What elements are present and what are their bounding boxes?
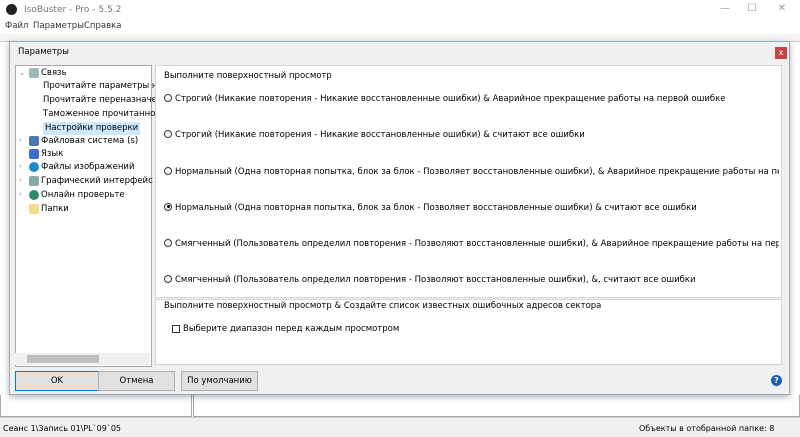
expand-icon[interactable]: › <box>19 162 22 170</box>
tree-item-label: Файлы изображений <box>41 162 135 172</box>
tree-item-read-remap[interactable]: Прочитайте переназначе <box>43 94 157 107</box>
collapse-icon[interactable]: ⌄ <box>19 69 25 77</box>
default-button[interactable]: По умолчанию <box>181 371 258 391</box>
menu-file[interactable]: Файл <box>5 21 28 31</box>
window-icon <box>29 175 39 186</box>
image-file-icon <box>29 161 39 172</box>
maximize-button[interactable]: ☐ <box>742 3 762 17</box>
left-pane <box>0 395 192 417</box>
group-title: Выполните поверхностный просмотр <box>164 71 332 81</box>
radio-button[interactable] <box>164 167 172 175</box>
expand-icon[interactable]: › <box>19 136 22 144</box>
dialog-close-button[interactable]: x <box>775 47 787 59</box>
tree-item-connection[interactable]: Связь <box>29 67 67 80</box>
tree-item-label: Связь <box>41 68 67 78</box>
cancel-button[interactable]: Отмена <box>98 371 175 391</box>
radio-label: Нормальный (Одна повторная попытка, блок… <box>175 203 697 213</box>
bad-sector-scan-group: Выполните поверхностный просмотр & Созда… <box>155 299 782 365</box>
ok-button[interactable]: OK <box>15 371 99 391</box>
options-dialog: Параметры x ⌄ Связь Прочитайте параметры… <box>9 41 790 395</box>
radio-button[interactable] <box>164 94 172 102</box>
radio-relaxed-abort[interactable]: Смягченный (Пользователь определил повто… <box>164 239 779 249</box>
tree-item-scan-settings[interactable]: Настройки проверки <box>43 122 141 135</box>
expand-icon[interactable]: › <box>19 190 22 198</box>
checkbox[interactable] <box>172 324 180 333</box>
dialog-title: Параметры <box>18 47 69 57</box>
tree-item-gui[interactable]: Графический интерфейс п <box>29 175 161 188</box>
tree-item-custom-read[interactable]: Таможенное прочитанное <box>43 108 161 121</box>
menu-options[interactable]: Параметры <box>33 21 84 31</box>
tree-item-online-check[interactable]: Онлайн проверьте <box>29 189 125 202</box>
filesystem-icon <box>29 135 39 146</box>
tree-item-image-files[interactable]: Файлы изображений <box>29 161 134 174</box>
options-tree[interactable]: ⌄ Связь Прочитайте параметры н Прочитайт… <box>15 65 161 367</box>
radio-normal-count[interactable]: Нормальный (Одна повторная попытка, блок… <box>164 203 779 213</box>
menu-help[interactable]: Справка <box>84 21 121 31</box>
radio-normal-abort[interactable]: Нормальный (Одна повторная попытка, блок… <box>164 167 779 177</box>
checkbox-label: Выберите диапазон перед каждым просмотро… <box>183 324 400 334</box>
radio-button-selected[interactable] <box>164 203 172 211</box>
scrollbar-thumb[interactable] <box>27 355 99 363</box>
flag-icon <box>29 148 39 159</box>
status-object-count: Объекты в отобранной папке: 8 <box>639 424 775 433</box>
close-button[interactable]: ✕ <box>772 3 792 17</box>
radio-label: Строгий (Никакие повторения - Никакие во… <box>175 130 585 140</box>
tree-item-read-params[interactable]: Прочитайте параметры н <box>43 80 157 93</box>
folder-icon <box>29 203 39 214</box>
radio-label: Строгий (Никакие повторения - Никакие во… <box>175 94 726 104</box>
right-pane <box>193 395 800 417</box>
help-icon[interactable]: ? <box>771 375 782 386</box>
tree-item-label: Файловая система (s) <box>41 136 139 146</box>
tree-item-folders[interactable]: Папки <box>29 203 69 216</box>
tree-item-filesystem[interactable]: Файловая система (s) <box>29 135 138 148</box>
radio-label: Смягченный (Пользователь определил повто… <box>175 239 779 249</box>
tree-item-label: Графический интерфейс п <box>41 176 162 186</box>
tree-item-label: Язык <box>41 149 64 159</box>
radio-relaxed-count[interactable]: Смягченный (Пользователь определил повто… <box>164 275 779 285</box>
expand-icon[interactable]: › <box>19 176 22 184</box>
minimize-button[interactable]: — <box>715 3 735 17</box>
group-title: Выполните поверхностный просмотр & Созда… <box>164 301 602 311</box>
globe-icon <box>29 189 39 200</box>
tree-item-label: Онлайн проверьте <box>41 190 125 200</box>
radio-button[interactable] <box>164 239 172 247</box>
tree-item-language[interactable]: Язык <box>29 148 63 161</box>
surface-scan-group: Выполните поверхностный просмотр Строгий… <box>155 65 782 298</box>
app-icon <box>6 4 17 15</box>
radio-strict-abort[interactable]: Строгий (Никакие повторения - Никакие во… <box>164 94 779 104</box>
radio-button[interactable] <box>164 130 172 138</box>
tree-item-label: Папки <box>41 204 69 214</box>
status-path: Сеанс 1\Запись 01\PL`09`05 <box>3 424 121 433</box>
select-range-checkbox[interactable]: Выберите диапазон перед каждым просмотро… <box>172 324 787 334</box>
radio-strict-count[interactable]: Строгий (Никакие повторения - Никакие во… <box>164 130 779 140</box>
app-title: IsoBuster - Pro - 5.5.2 <box>24 5 122 15</box>
radio-button[interactable] <box>164 275 172 283</box>
connection-icon <box>29 67 39 78</box>
radio-label: Нормальный (Одна повторная попытка, блок… <box>175 167 779 177</box>
radio-label: Смягченный (Пользователь определил повто… <box>175 275 696 285</box>
